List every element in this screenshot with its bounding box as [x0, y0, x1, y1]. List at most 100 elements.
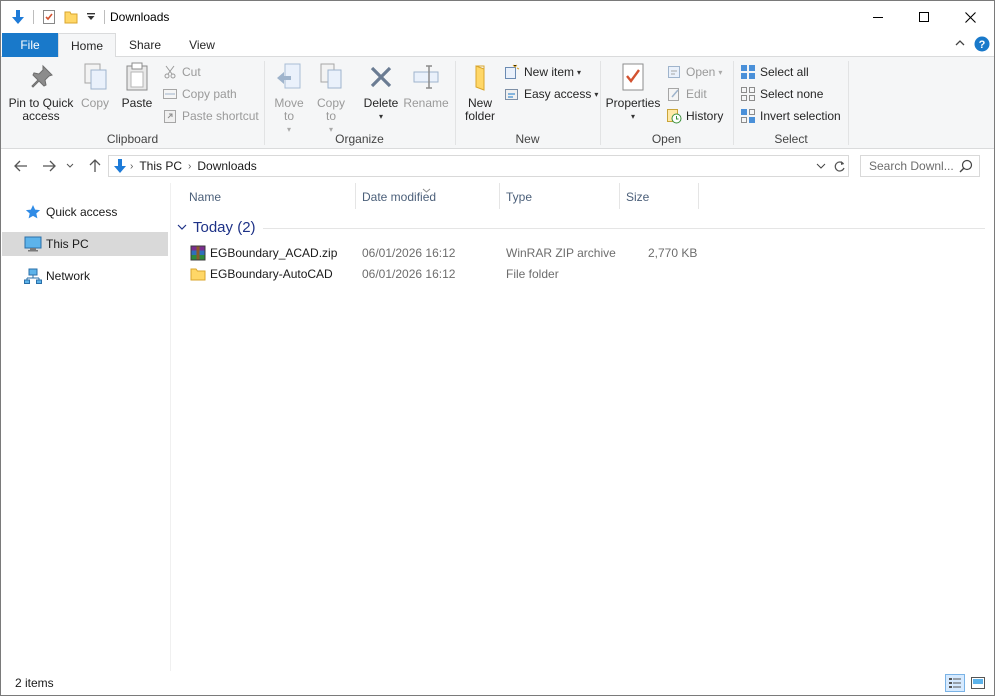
paste-label: Paste	[121, 96, 153, 110]
delete-button[interactable]: Delete ▾	[361, 61, 401, 123]
star-icon	[24, 203, 42, 221]
new-folder-label: New folder	[464, 96, 496, 123]
folder-icon	[190, 266, 206, 282]
new-item-button[interactable]: New item ▾	[504, 62, 581, 82]
navigation-bar: › This PC › Downloads Search Downl...	[1, 149, 994, 183]
recent-locations-button[interactable]	[63, 156, 77, 176]
rename-icon	[410, 61, 442, 93]
chevron-down-icon[interactable]	[177, 224, 187, 231]
delete-x-icon	[365, 61, 397, 93]
easy-access-button[interactable]: Easy access ▾	[504, 84, 598, 104]
close-button[interactable]	[947, 1, 993, 33]
column-header-size[interactable]: Size	[620, 185, 698, 209]
search-box[interactable]: Search Downl...	[860, 155, 980, 177]
up-button[interactable]	[85, 156, 105, 176]
chevron-right-icon[interactable]: ›	[188, 161, 191, 172]
column-header-name[interactable]: Name	[183, 185, 355, 209]
file-date: 06/01/2026 16:12	[362, 267, 456, 281]
edit-icon	[666, 86, 682, 102]
copy-path-button[interactable]: Copy path	[162, 84, 237, 104]
breadcrumb-this-pc[interactable]: This PC	[139, 159, 182, 173]
large-icons-view-button[interactable]	[968, 674, 988, 692]
large-icons-view-icon	[971, 677, 985, 689]
pin-to-quick-access-button[interactable]: Pin to Quick access	[7, 61, 75, 123]
paste-button[interactable]: Paste	[119, 61, 155, 110]
nav-item-this-pc[interactable]: This PC	[2, 232, 168, 256]
copy-to-label: Copy to	[316, 96, 345, 123]
column-header-date[interactable]: Date modified	[356, 185, 499, 209]
nav-item-label: Quick access	[46, 205, 118, 219]
details-view-button[interactable]	[945, 674, 965, 692]
select-all-button[interactable]: Select all	[740, 62, 809, 82]
tab-home[interactable]: Home	[58, 33, 116, 58]
file-row[interactable]: EGBoundary_ACAD.zip 06/01/2026 16:12 Win…	[185, 243, 705, 264]
organize-group-label: Organize	[335, 132, 384, 146]
file-row[interactable]: EGBoundary-AutoCAD 06/01/2026 16:12 File…	[185, 264, 705, 285]
open-group-label: Open	[651, 132, 682, 146]
properties-icon	[617, 61, 649, 93]
nav-item-network[interactable]: Network	[2, 264, 168, 288]
copy-button[interactable]: Copy	[77, 61, 113, 110]
new-item-icon	[504, 64, 520, 80]
window-title: Downloads	[110, 10, 170, 24]
properties-icon[interactable]	[40, 8, 58, 26]
copy-to-icon	[315, 61, 347, 93]
maximize-button[interactable]	[901, 1, 947, 33]
open-button[interactable]: Open ▾	[666, 62, 722, 82]
sort-chevron-icon	[422, 182, 431, 196]
copy-to-button[interactable]: Copy to ▾	[313, 61, 349, 136]
column-header-label: Type	[506, 190, 533, 204]
item-count: 2 items	[15, 676, 54, 690]
forward-button[interactable]	[39, 156, 59, 176]
minimize-button[interactable]	[855, 1, 901, 33]
cut-button[interactable]: Cut	[162, 62, 201, 82]
svg-text:?: ?	[979, 39, 986, 51]
refresh-button[interactable]	[830, 156, 848, 176]
collapse-ribbon-icon[interactable]	[953, 36, 967, 53]
move-to-button[interactable]: Move to ▾	[271, 61, 307, 136]
select-group-label: Select	[774, 132, 808, 146]
select-none-button[interactable]: Select none	[740, 84, 823, 104]
nav-item-quick-access[interactable]: Quick access	[2, 200, 168, 224]
group-divider	[848, 61, 849, 145]
back-button[interactable]	[11, 156, 31, 176]
new-folder-icon[interactable]	[62, 8, 80, 26]
new-group: New folder New item ▾ Easy access ▾ New	[456, 57, 599, 149]
chevron-right-icon[interactable]: ›	[130, 161, 133, 172]
tab-view[interactable]: View	[174, 33, 230, 57]
file-name: EGBoundary_ACAD.zip	[210, 246, 338, 260]
column-divider[interactable]	[698, 183, 699, 209]
search-icon[interactable]	[959, 159, 973, 173]
column-header-type[interactable]: Type	[500, 185, 619, 209]
group-header-today[interactable]: Today (2)	[177, 219, 256, 236]
pin-icon	[25, 61, 57, 93]
tab-file[interactable]: File	[2, 33, 58, 57]
new-folder-button[interactable]: New folder	[460, 61, 500, 123]
move-to-label: Move to	[274, 96, 304, 123]
edit-button[interactable]: Edit	[666, 84, 707, 104]
easy-access-icon	[504, 86, 520, 102]
computer-icon	[24, 235, 42, 253]
copy-path-label: Copy path	[182, 87, 237, 101]
rename-button[interactable]: Rename	[403, 61, 449, 110]
address-bar[interactable]: › This PC › Downloads	[108, 155, 849, 177]
file-size: 2,770 KB	[648, 246, 698, 260]
properties-button[interactable]: Properties ▾	[605, 61, 661, 123]
paste-shortcut-button[interactable]: Paste shortcut	[162, 106, 259, 126]
down-arrow-icon[interactable]	[9, 8, 27, 26]
help-icon[interactable]: ?	[974, 36, 990, 55]
history-button[interactable]: History	[666, 106, 723, 126]
file-date: 06/01/2026 16:12	[362, 246, 456, 260]
breadcrumb-downloads[interactable]: Downloads	[197, 159, 256, 173]
history-label: History	[686, 109, 724, 123]
explorer-window: Downloads File Home Share View ? Pin to …	[0, 0, 995, 696]
address-dropdown-button[interactable]	[813, 156, 829, 176]
properties-label: Properties	[605, 96, 661, 110]
tab-share[interactable]: Share	[116, 33, 174, 57]
rename-label: Rename	[403, 96, 449, 110]
invert-selection-button[interactable]: Invert selection	[740, 106, 841, 126]
copy-icon	[79, 61, 111, 93]
customize-toolbar-icon[interactable]	[84, 8, 98, 26]
ribbon-tabs: File Home Share View ?	[1, 33, 994, 58]
file-list: Name Date modified Type Size Today (2) E…	[171, 183, 994, 671]
